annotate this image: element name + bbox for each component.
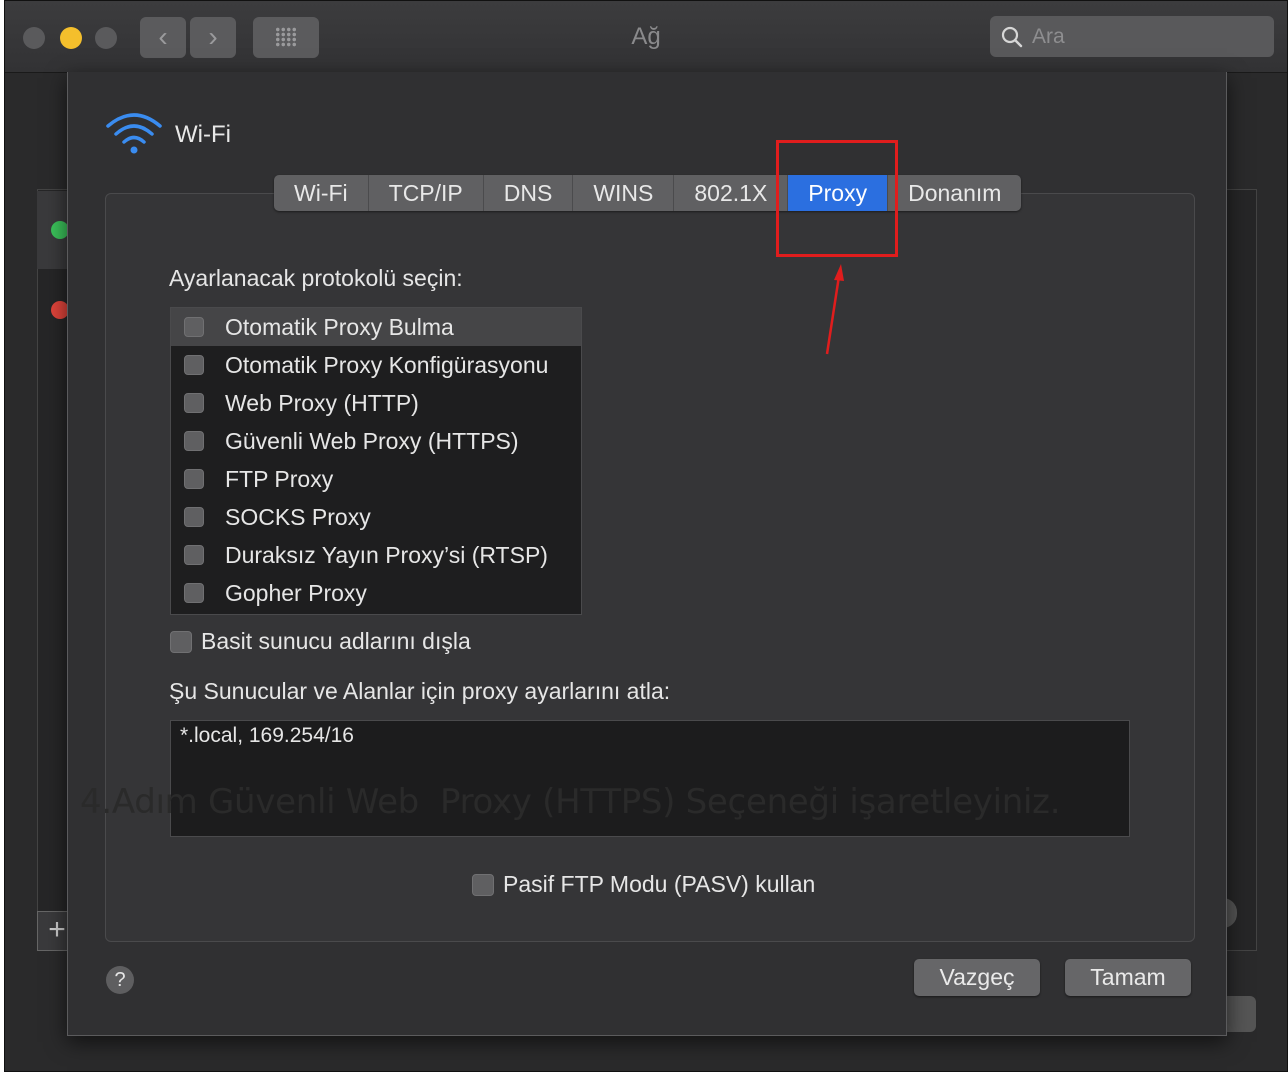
tab-hardware[interactable]: Donanım: [888, 175, 1021, 211]
bypass-label: Şu Sunucular ve Alanlar için proxy ayarl…: [169, 678, 671, 704]
protocol-checkbox[interactable]: [184, 507, 204, 527]
protocol-item-rtsp[interactable]: Duraksız Yayın Proxy’si (RTSP): [171, 536, 581, 574]
protocol-label: Otomatik Proxy Konfigürasyonu: [225, 351, 549, 378]
protocol-label: FTP Proxy: [225, 465, 334, 492]
exclude-simple-hostnames-label: Basit sunucu adlarını dışla: [201, 628, 471, 654]
passive-ftp-checkbox[interactable]: [472, 873, 494, 896]
protocol-checkbox[interactable]: [184, 355, 204, 375]
protocol-item-gopher[interactable]: Gopher Proxy: [171, 574, 581, 612]
search-field[interactable]: [990, 16, 1274, 57]
protocol-checkbox[interactable]: [184, 469, 204, 489]
title-bar: ‹ › Ağ: [5, 1, 1287, 73]
protocol-list: Otomatik Proxy Bulma Otomatik Proxy Konf…: [170, 307, 582, 615]
proxy-tab-highlight: [776, 140, 898, 257]
protocol-checkbox[interactable]: [184, 317, 204, 337]
protocol-label: Web Proxy (HTTP): [225, 389, 419, 416]
help-icon: ?: [114, 969, 126, 991]
protocol-checkbox[interactable]: [184, 393, 204, 413]
protocol-label: Duraksız Yayın Proxy’si (RTSP): [225, 541, 548, 568]
tab-bar: Wi-Fi TCP/IP DNS WINS 802.1X Proxy Donan…: [274, 175, 1022, 211]
wifi-icon: [106, 113, 162, 154]
search-icon: [1001, 26, 1023, 48]
interface-title: Wi-Fi: [175, 121, 231, 148]
help-button[interactable]: ?: [106, 966, 134, 994]
tab-wins[interactable]: WINS: [573, 175, 675, 211]
protocol-heading: Ayarlanacak protokolü seçin:: [169, 265, 463, 291]
protocol-item-http[interactable]: Web Proxy (HTTP): [171, 384, 581, 422]
protocol-item-ftp[interactable]: FTP Proxy: [171, 460, 581, 498]
protocol-label: Otomatik Proxy Bulma: [225, 313, 454, 340]
protocol-item-socks[interactable]: SOCKS Proxy: [171, 498, 581, 536]
tab-8021x[interactable]: 802.1X: [674, 175, 789, 211]
protocol-label: SOCKS Proxy: [225, 503, 371, 530]
instruction-caption: 4.Adım Güvenli Web Proxy (HTTPS) Seçeneğ…: [80, 782, 1061, 822]
exclude-simple-hostnames-checkbox[interactable]: [170, 630, 192, 653]
protocol-checkbox[interactable]: [184, 583, 204, 603]
ok-button[interactable]: Tamam: [1065, 959, 1191, 996]
protocol-checkbox[interactable]: [184, 431, 204, 451]
passive-ftp-label: Pasif FTP Modu (PASV) kullan: [503, 871, 816, 897]
passive-ftp-option[interactable]: Pasif FTP Modu (PASV) kullan: [472, 871, 815, 898]
cancel-button[interactable]: Vazgeç: [914, 959, 1040, 996]
tab-wifi[interactable]: Wi-Fi: [274, 175, 369, 211]
tab-dns[interactable]: DNS: [484, 175, 574, 211]
protocol-checkbox[interactable]: [184, 545, 204, 565]
protocol-label: Güvenli Web Proxy (HTTPS): [225, 427, 519, 454]
plus-icon: +: [48, 913, 66, 946]
exclude-simple-hostnames-option[interactable]: Basit sunucu adlarını dışla: [170, 628, 471, 655]
protocol-item-auto-discovery[interactable]: Otomatik Proxy Bulma: [171, 308, 581, 346]
advanced-settings-sheet: Wi-Fi Wi-Fi TCP/IP DNS WINS 802.1X Proxy…: [67, 72, 1227, 1036]
protocol-label: Gopher Proxy: [225, 579, 367, 606]
protocol-item-https[interactable]: Güvenli Web Proxy (HTTPS): [171, 422, 581, 460]
protocol-item-auto-config[interactable]: Otomatik Proxy Konfigürasyonu: [171, 346, 581, 384]
network-preferences-window: ‹ › Ağ + Wi-Fi: [4, 0, 1288, 1072]
search-input[interactable]: [1030, 22, 1264, 52]
tab-tcpip[interactable]: TCP/IP: [369, 175, 484, 211]
annotation-arrow-icon: [825, 264, 844, 355]
